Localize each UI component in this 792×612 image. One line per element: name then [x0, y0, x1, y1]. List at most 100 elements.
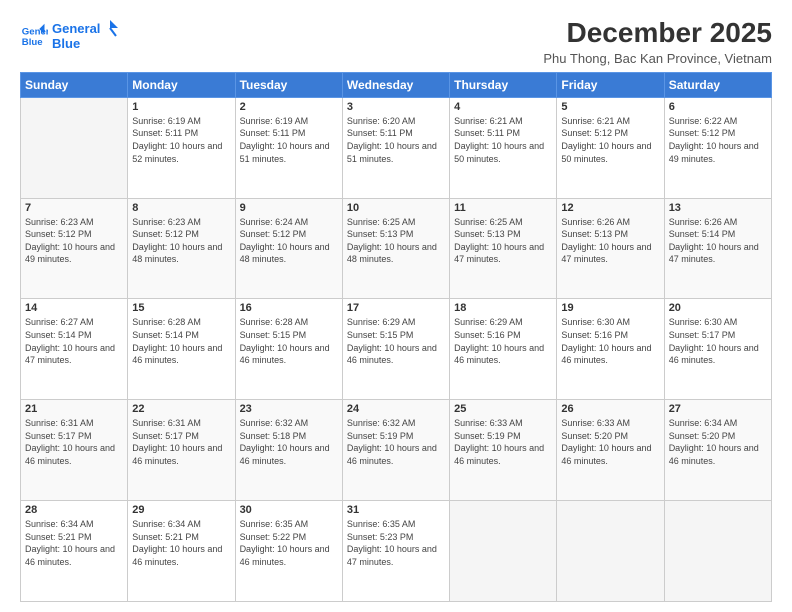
day-info: Sunrise: 6:26 AMSunset: 5:14 PMDaylight:…: [669, 216, 767, 266]
day-info: Sunrise: 6:32 AMSunset: 5:18 PMDaylight:…: [240, 417, 338, 467]
logo: General Blue General Blue General Blue: [20, 18, 122, 54]
day-info: Sunrise: 6:31 AMSunset: 5:17 PMDaylight:…: [132, 417, 230, 467]
day-info: Sunrise: 6:35 AMSunset: 5:23 PMDaylight:…: [347, 518, 445, 568]
calendar-week-row: 14Sunrise: 6:27 AMSunset: 5:14 PMDayligh…: [21, 299, 772, 400]
calendar-cell: 15 Sunrise: 6:28 AMSunset: 5:14 PMDayligh…: [128, 299, 235, 400]
calendar-cell: 24Sunrise: 6:32 AMSunset: 5:19 PMDayligh…: [342, 400, 449, 501]
day-info: Sunrise: 6:29 AMSunset: 5:15 PMDaylight:…: [347, 316, 445, 366]
calendar-cell: 22 Sunrise: 6:31 AMSunset: 5:17 PMDayligh…: [128, 400, 235, 501]
day-info: Sunrise: 6:34 AMSunset: 5:20 PMDaylight:…: [669, 417, 767, 467]
calendar-header-sunday: Sunday: [21, 72, 128, 97]
calendar-table: SundayMondayTuesdayWednesdayThursdayFrid…: [20, 72, 772, 602]
day-info: Sunrise: 6:28 AMSunset: 5:15 PMDaylight:…: [240, 316, 338, 366]
day-info: Sunrise: 6:30 AMSunset: 5:16 PMDaylight:…: [561, 316, 659, 366]
day-info: Sunrise: 6:28 AMSunset: 5:14 PMDaylight:…: [132, 316, 230, 366]
calendar-cell: 27Sunrise: 6:34 AMSunset: 5:20 PMDayligh…: [664, 400, 771, 501]
calendar-week-row: 1 Sunrise: 6:19 AMSunset: 5:11 PMDaylight…: [21, 97, 772, 198]
calendar-cell: 6Sunrise: 6:22 AMSunset: 5:12 PMDaylight…: [664, 97, 771, 198]
day-number: 20: [669, 302, 767, 314]
svg-text:General: General: [52, 21, 100, 36]
day-info: Sunrise: 6:32 AMSunset: 5:19 PMDaylight:…: [347, 417, 445, 467]
calendar-cell: 11 Sunrise: 6:25 AMSunset: 5:13 PMDayligh…: [450, 198, 557, 299]
calendar-cell: 14Sunrise: 6:27 AMSunset: 5:14 PMDayligh…: [21, 299, 128, 400]
calendar-cell: 25 Sunrise: 6:33 AMSunset: 5:19 PMDayligh…: [450, 400, 557, 501]
day-number: 11: [454, 202, 552, 214]
day-info: Sunrise: 6:33 AMSunset: 5:20 PMDaylight:…: [561, 417, 659, 467]
calendar-header-thursday: Thursday: [450, 72, 557, 97]
day-info: Sunrise: 6:34 AMSunset: 5:21 PMDaylight:…: [25, 518, 123, 568]
calendar-cell: 13 Sunrise: 6:26 AMSunset: 5:14 PMDayligh…: [664, 198, 771, 299]
calendar-cell: 28 Sunrise: 6:34 AMSunset: 5:21 PMDayligh…: [21, 501, 128, 602]
calendar-cell: 3 Sunrise: 6:20 AMSunset: 5:11 PMDaylight…: [342, 97, 449, 198]
day-info: Sunrise: 6:35 AMSunset: 5:22 PMDaylight:…: [240, 518, 338, 568]
calendar-week-row: 7 Sunrise: 6:23 AMSunset: 5:12 PMDaylight…: [21, 198, 772, 299]
logo-icon: General Blue: [20, 22, 48, 50]
day-info: Sunrise: 6:34 AMSunset: 5:21 PMDaylight:…: [132, 518, 230, 568]
day-number: 29: [132, 504, 230, 516]
main-title: December 2025: [543, 18, 772, 49]
svg-text:Blue: Blue: [22, 37, 43, 48]
day-number: 17: [347, 302, 445, 314]
day-number: 31: [347, 504, 445, 516]
day-number: 16: [240, 302, 338, 314]
day-info: Sunrise: 6:26 AMSunset: 5:13 PMDaylight:…: [561, 216, 659, 266]
calendar-header-friday: Friday: [557, 72, 664, 97]
day-number: 25: [454, 403, 552, 415]
day-number: 1: [132, 101, 230, 113]
day-info: Sunrise: 6:21 AMSunset: 5:12 PMDaylight:…: [561, 115, 659, 165]
day-info: Sunrise: 6:23 AMSunset: 5:12 PMDaylight:…: [132, 216, 230, 266]
calendar-cell: 17 Sunrise: 6:29 AMSunset: 5:15 PMDayligh…: [342, 299, 449, 400]
day-number: 18: [454, 302, 552, 314]
page: General Blue General Blue General Blue D…: [0, 0, 792, 612]
subtitle: Phu Thong, Bac Kan Province, Vietnam: [543, 51, 772, 66]
day-info: Sunrise: 6:20 AMSunset: 5:11 PMDaylight:…: [347, 115, 445, 165]
day-info: Sunrise: 6:33 AMSunset: 5:19 PMDaylight:…: [454, 417, 552, 467]
day-number: 28: [25, 504, 123, 516]
calendar-cell: [664, 501, 771, 602]
day-number: 30: [240, 504, 338, 516]
day-number: 21: [25, 403, 123, 415]
day-info: Sunrise: 6:29 AMSunset: 5:16 PMDaylight:…: [454, 316, 552, 366]
day-number: 15: [132, 302, 230, 314]
day-number: 22: [132, 403, 230, 415]
day-info: Sunrise: 6:21 AMSunset: 5:11 PMDaylight:…: [454, 115, 552, 165]
day-info: Sunrise: 6:19 AMSunset: 5:11 PMDaylight:…: [132, 115, 230, 165]
calendar-header-monday: Monday: [128, 72, 235, 97]
calendar-week-row: 28 Sunrise: 6:34 AMSunset: 5:21 PMDayligh…: [21, 501, 772, 602]
day-number: 13: [669, 202, 767, 214]
day-info: Sunrise: 6:19 AMSunset: 5:11 PMDaylight:…: [240, 115, 338, 165]
day-info: Sunrise: 6:25 AMSunset: 5:13 PMDaylight:…: [454, 216, 552, 266]
day-number: 19: [561, 302, 659, 314]
day-info: Sunrise: 6:31 AMSunset: 5:17 PMDaylight:…: [25, 417, 123, 467]
day-number: 26: [561, 403, 659, 415]
day-number: 7: [25, 202, 123, 214]
calendar-cell: 7Sunrise: 6:23 AMSunset: 5:12 PMDaylight…: [21, 198, 128, 299]
calendar-cell: 8 Sunrise: 6:23 AMSunset: 5:12 PMDaylight…: [128, 198, 235, 299]
day-number: 3: [347, 101, 445, 113]
day-info: Sunrise: 6:22 AMSunset: 5:12 PMDaylight:…: [669, 115, 767, 165]
calendar-header-wednesday: Wednesday: [342, 72, 449, 97]
day-number: 4: [454, 101, 552, 113]
title-block: December 2025 Phu Thong, Bac Kan Provinc…: [543, 18, 772, 66]
day-info: Sunrise: 6:30 AMSunset: 5:17 PMDaylight:…: [669, 316, 767, 366]
day-number: 10: [347, 202, 445, 214]
calendar-cell: [450, 501, 557, 602]
calendar-cell: 20 Sunrise: 6:30 AMSunset: 5:17 PMDayligh…: [664, 299, 771, 400]
header: General Blue General Blue General Blue D…: [20, 18, 772, 66]
calendar-header-row: SundayMondayTuesdayWednesdayThursdayFrid…: [21, 72, 772, 97]
day-number: 5: [561, 101, 659, 113]
calendar-cell: 2 Sunrise: 6:19 AMSunset: 5:11 PMDaylight…: [235, 97, 342, 198]
calendar-cell: 29 Sunrise: 6:34 AMSunset: 5:21 PMDayligh…: [128, 501, 235, 602]
calendar-cell: 31 Sunrise: 6:35 AMSunset: 5:23 PMDayligh…: [342, 501, 449, 602]
calendar-cell: 26 Sunrise: 6:33 AMSunset: 5:20 PMDayligh…: [557, 400, 664, 501]
calendar-cell: 1 Sunrise: 6:19 AMSunset: 5:11 PMDaylight…: [128, 97, 235, 198]
calendar-header-saturday: Saturday: [664, 72, 771, 97]
day-number: 8: [132, 202, 230, 214]
calendar-header-tuesday: Tuesday: [235, 72, 342, 97]
logo-graphic: General Blue: [52, 18, 122, 54]
day-number: 2: [240, 101, 338, 113]
calendar-cell: 12 Sunrise: 6:26 AMSunset: 5:13 PMDayligh…: [557, 198, 664, 299]
day-number: 12: [561, 202, 659, 214]
calendar-cell: 5 Sunrise: 6:21 AMSunset: 5:12 PMDaylight…: [557, 97, 664, 198]
calendar-cell: 9Sunrise: 6:24 AMSunset: 5:12 PMDaylight…: [235, 198, 342, 299]
